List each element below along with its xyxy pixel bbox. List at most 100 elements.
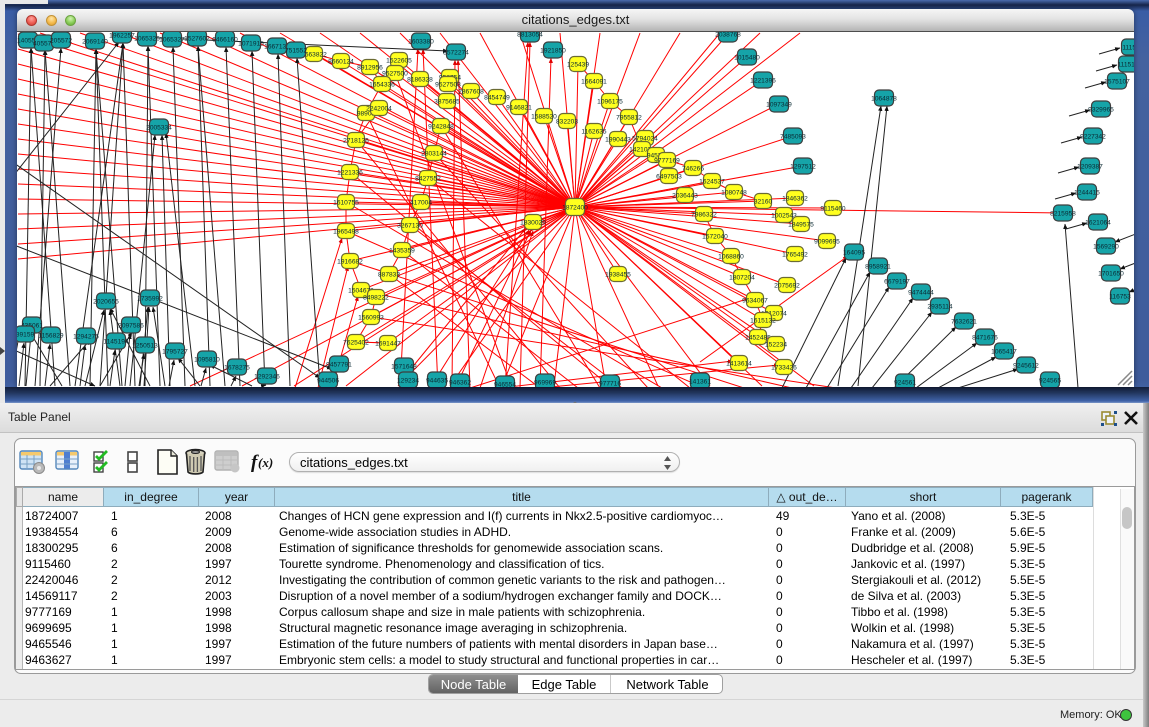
svg-text:8813054: 8813054 (517, 32, 543, 38)
svg-text:887833: 887833 (378, 271, 400, 278)
svg-text:9245612: 9245612 (1013, 362, 1039, 369)
svg-text:3875685: 3875685 (434, 98, 460, 105)
svg-text:944506: 944506 (317, 377, 339, 384)
svg-text:832203: 832203 (556, 118, 578, 125)
svg-text:1795727: 1795727 (162, 348, 188, 355)
svg-text:8427552: 8427552 (415, 175, 441, 182)
svg-text:7632621: 7632621 (951, 318, 977, 325)
svg-text:129234: 129234 (397, 377, 419, 384)
svg-text:9227342: 9227342 (1080, 133, 1106, 140)
svg-text:417004: 417004 (410, 199, 432, 206)
svg-text:6466160: 6466160 (212, 36, 238, 43)
svg-text:1610755: 1610755 (333, 199, 359, 206)
svg-text:9777169: 9777169 (654, 157, 680, 164)
svg-text:2803144: 2803144 (421, 150, 447, 157)
svg-text:1080748: 1080748 (721, 189, 747, 196)
svg-text:1560993: 1560993 (358, 314, 384, 321)
svg-text:1068860: 1068860 (718, 253, 744, 260)
svg-text:1071915: 1071915 (238, 40, 264, 47)
svg-text:3267130: 3267130 (397, 222, 423, 229)
svg-text:1527602: 1527602 (184, 35, 210, 42)
svg-text:1435359: 1435359 (389, 247, 415, 254)
svg-text:9115460: 9115460 (820, 205, 846, 212)
svg-text:1588520: 1588520 (531, 113, 557, 120)
svg-text:1990443: 1990443 (605, 136, 631, 143)
svg-text:1765492: 1765492 (782, 251, 808, 258)
svg-text:8912956: 8912956 (357, 64, 383, 71)
svg-text:2069140: 2069140 (82, 38, 108, 45)
svg-text:746266: 746266 (682, 165, 704, 172)
svg-text:116753: 116753 (1109, 293, 1131, 300)
svg-text:1615132: 1615132 (750, 317, 776, 324)
svg-text:8572274: 8572274 (443, 49, 469, 56)
svg-text:9329965: 9329965 (1088, 106, 1114, 113)
svg-text:8958921: 8958921 (865, 263, 891, 270)
svg-text:8454749: 8454749 (484, 94, 510, 101)
svg-text:2075692: 2075692 (774, 282, 800, 289)
svg-text:2005334: 2005334 (146, 124, 172, 131)
svg-text:1244415: 1244415 (1074, 189, 1100, 196)
svg-text:7955812: 7955812 (616, 114, 642, 121)
svg-text:1522605: 1522605 (386, 57, 412, 64)
svg-text:7986322: 7986322 (691, 211, 717, 218)
svg-text:125439: 125439 (567, 61, 589, 68)
svg-text:9474444: 9474444 (908, 289, 934, 296)
svg-text:1962257: 1962257 (109, 32, 135, 39)
svg-text:6497503: 6497503 (656, 173, 682, 180)
svg-text:11151: 11151 (1122, 44, 1134, 51)
svg-text:2036443: 2036443 (672, 192, 698, 199)
svg-text:2718126: 2718126 (343, 137, 369, 144)
svg-text:8471676: 8471676 (972, 334, 998, 341)
svg-text:1807204: 1807204 (729, 274, 755, 281)
svg-text:164095: 164095 (843, 249, 865, 256)
svg-text:205572: 205572 (50, 37, 72, 44)
svg-text:1664091: 1664091 (581, 78, 607, 85)
svg-text:6679197: 6679197 (884, 278, 910, 285)
svg-text:1691447: 1691447 (375, 340, 401, 347)
svg-text:2038768: 2038768 (715, 32, 741, 38)
svg-text:111512: 111512 (1117, 61, 1134, 68)
svg-text:1097349: 1097349 (766, 101, 792, 108)
svg-text:1849575: 1849575 (788, 221, 814, 228)
svg-text:1065326: 1065326 (134, 35, 160, 42)
svg-text:1569290: 1569290 (1093, 243, 1119, 250)
svg-text:1701650: 1701650 (1098, 270, 1124, 277)
svg-text:9099695: 9099695 (814, 238, 840, 245)
svg-text:924565: 924565 (1039, 377, 1061, 384)
svg-text:1297512: 1297512 (790, 163, 816, 170)
svg-text:8215958: 8215958 (1050, 210, 1076, 217)
svg-text:2935114: 2935114 (927, 303, 953, 310)
svg-text:1830029: 1830029 (520, 219, 546, 226)
svg-text:7625402: 7625402 (343, 339, 369, 346)
svg-text:8660124: 8660124 (328, 58, 354, 65)
svg-text:141361: 141361 (689, 378, 711, 385)
svg-text:1654336: 1654336 (369, 81, 395, 88)
svg-text:152234: 152234 (765, 341, 787, 348)
svg-text:1575107: 1575107 (1104, 78, 1130, 85)
svg-text:1294275: 1294275 (73, 333, 99, 340)
svg-text:1413614: 1413614 (726, 360, 752, 367)
svg-text:946554: 946554 (494, 381, 516, 387)
svg-text:9146821: 9146821 (506, 104, 532, 111)
svg-text:9634067: 9634067 (742, 297, 768, 304)
svg-text:1733426: 1733426 (771, 364, 797, 371)
svg-text:969969: 969969 (534, 379, 556, 386)
svg-text:1921850: 1921850 (540, 47, 566, 54)
svg-text:2097586: 2097586 (118, 322, 144, 329)
svg-text:946362: 946362 (449, 379, 471, 386)
svg-text:2242004: 2242004 (366, 105, 392, 112)
svg-text:944635: 944635 (426, 377, 448, 384)
svg-text:1938455: 1938455 (605, 271, 631, 278)
svg-text:9242848: 9242848 (428, 123, 454, 130)
svg-text:1095810: 1095810 (194, 356, 220, 363)
svg-text:1846362: 1846362 (782, 195, 808, 202)
svg-text:(x): (x) (258, 455, 273, 470)
svg-text:751552: 751552 (285, 47, 307, 54)
svg-text:1678275: 1678275 (224, 364, 250, 371)
svg-text:1015480: 1015480 (734, 54, 760, 61)
svg-text:2867608: 2867608 (458, 88, 484, 95)
svg-text:1292346: 1292346 (254, 373, 280, 380)
svg-text:1603380: 1603380 (408, 38, 434, 45)
svg-text:1156829: 1156829 (38, 332, 64, 339)
svg-text:1572040: 1572040 (702, 233, 728, 240)
